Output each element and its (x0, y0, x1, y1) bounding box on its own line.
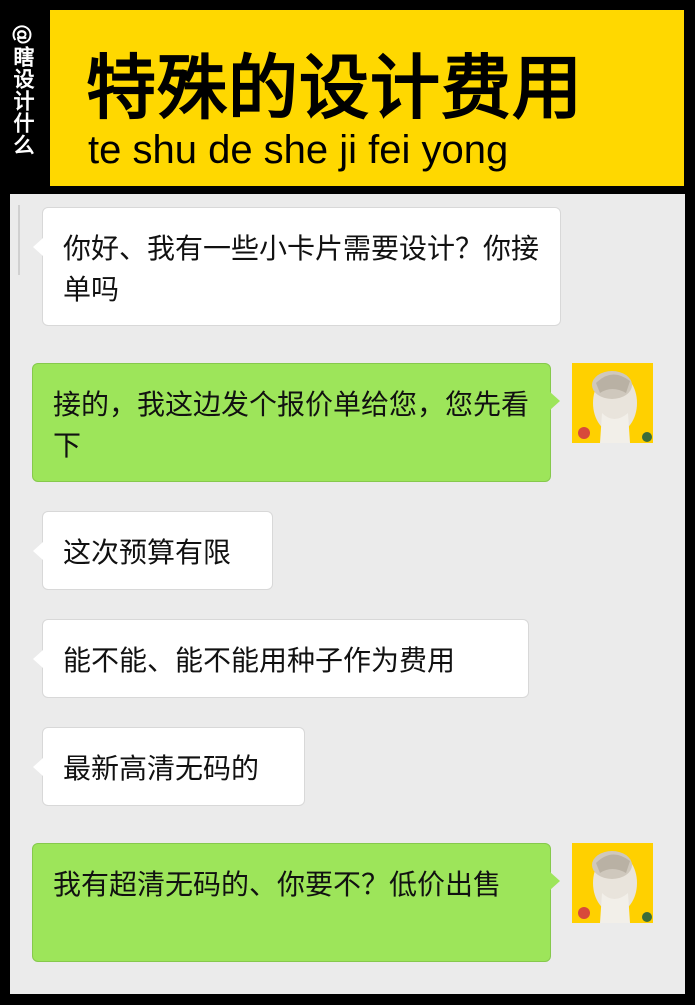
sculpture-avatar-icon (572, 843, 653, 923)
message-text: 你好、我有一些小卡片需要设计？你接单吗 (63, 232, 540, 306)
user-avatar[interactable] (572, 363, 653, 443)
incoming-message-bubble[interactable]: 最新高清无码的 (33, 727, 305, 806)
title-banner: 特殊的设计费用 te shu de she ji fei yong (50, 10, 684, 186)
sculpture-avatar-icon (572, 363, 653, 443)
outgoing-message-bubble[interactable]: 接的，我这边发个报价单给您，您先看下 (32, 363, 560, 482)
user-avatar[interactable] (572, 843, 653, 923)
message-text: 接的，我这边发个报价单给您，您先看下 (53, 388, 530, 462)
incoming-message-bubble[interactable]: 这次预算有限 (33, 511, 273, 590)
incoming-message-bubble[interactable]: 你好、我有一些小卡片需要设计？你接单吗 (33, 207, 561, 326)
message-text: 最新高清无码的 (63, 752, 260, 785)
message-text: 能不能、能不能用种子作为费用 (63, 644, 456, 677)
scroll-indicator (18, 205, 20, 275)
title-pinyin: te shu de she ji fei yong (88, 128, 509, 172)
message-text: 这次预算有限 (63, 536, 232, 569)
comic-panel: @瞎设计什么 特殊的设计费用 te shu de she ji fei yong… (0, 0, 695, 1005)
author-tag: @瞎设计什么 (0, 10, 46, 186)
incoming-message-bubble[interactable]: 能不能、能不能用种子作为费用 (33, 619, 529, 698)
outgoing-message-bubble[interactable]: 我有超清无码的、你要不？低价出售 (32, 843, 560, 962)
message-text: 我有超清无码的、你要不？低价出售 (53, 868, 502, 901)
author-tag-text: @瞎设计什么 (11, 24, 35, 156)
page-title: 特殊的设计费用 (86, 47, 583, 129)
